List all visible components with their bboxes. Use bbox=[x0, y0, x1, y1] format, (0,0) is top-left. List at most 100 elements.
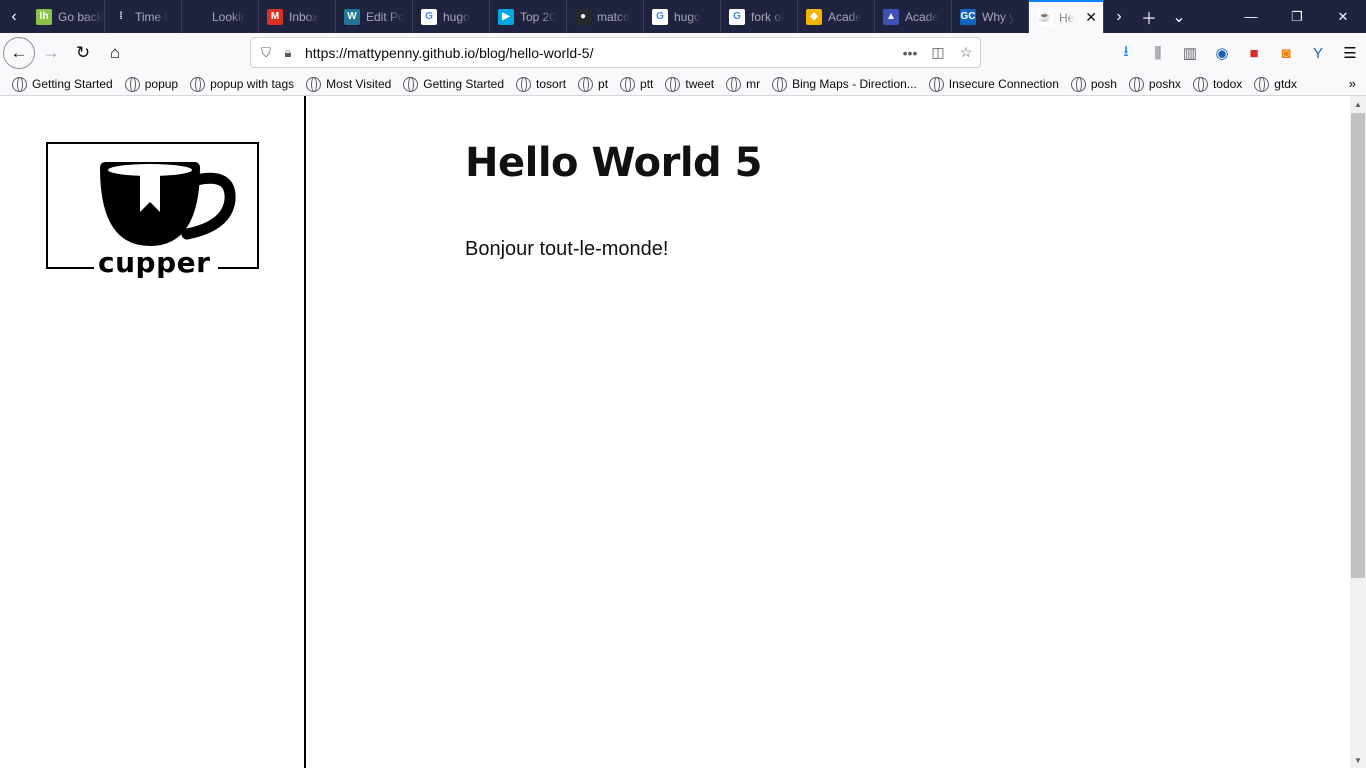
scroll-tabs-left-button[interactable]: ‹ bbox=[0, 0, 28, 33]
tab-favicon-icon: ⁞ bbox=[113, 8, 129, 25]
bookmark-label: popup bbox=[144, 77, 179, 91]
tab[interactable]: Lookir bbox=[182, 0, 259, 33]
extension-red-icon[interactable]: ■ bbox=[1238, 37, 1270, 69]
pocket-icon[interactable]: ◫ bbox=[924, 44, 952, 61]
bookmark-label: mr bbox=[746, 77, 761, 91]
tab-title: Acade bbox=[828, 9, 863, 24]
tab[interactable]: Ghugo bbox=[644, 0, 721, 33]
bookmark-item[interactable]: Most Visited bbox=[306, 76, 391, 92]
bookmark-item[interactable]: poshx bbox=[1128, 76, 1181, 92]
vertical-scrollbar[interactable]: ▲ ▼ bbox=[1350, 96, 1366, 768]
tab[interactable]: M Inbox bbox=[259, 0, 336, 33]
bookmark-label: tweet bbox=[685, 77, 715, 91]
globe-icon bbox=[190, 76, 206, 92]
tab-title: Lookir bbox=[212, 9, 245, 24]
post-body: Bonjour tout-le-monde! bbox=[465, 238, 669, 260]
page-content: cupper Hello World 5 Bonjour tout-le-mon… bbox=[0, 96, 1350, 768]
bookmark-item[interactable]: ptt bbox=[620, 76, 653, 92]
logo-text: cupper bbox=[98, 246, 211, 279]
tab[interactable]: ● matco bbox=[567, 0, 644, 33]
bookmark-label: Getting Started bbox=[32, 77, 113, 91]
lock-icon[interactable]: 🔒︎ bbox=[277, 45, 299, 61]
tracking-protection-icon[interactable]: ⛉ bbox=[255, 45, 277, 61]
globe-icon bbox=[578, 76, 594, 92]
bookmark-item[interactable]: pt bbox=[578, 76, 608, 92]
globe-icon bbox=[516, 76, 532, 92]
bookmark-label: Insecure Connection bbox=[948, 77, 1059, 91]
home-button[interactable]: ⌂ bbox=[99, 37, 131, 69]
bookmark-item[interactable]: todox bbox=[1192, 76, 1242, 92]
globe-icon bbox=[403, 76, 419, 92]
tab[interactable]: Gfork of bbox=[721, 0, 798, 33]
bookmark-item[interactable]: mr bbox=[726, 76, 761, 92]
page-actions-icon[interactable]: ••• bbox=[896, 45, 924, 61]
tab-title: Acade bbox=[905, 9, 940, 24]
scroll-tabs-right-button[interactable]: › bbox=[1104, 0, 1134, 33]
tab-title: Inbox bbox=[289, 9, 319, 24]
scrollbar-thumb[interactable] bbox=[1351, 113, 1365, 578]
tab[interactable]: Ghugo bbox=[413, 0, 490, 33]
cupper-logo[interactable]: cupper bbox=[46, 142, 259, 282]
library-icon[interactable]: ⫼ bbox=[1142, 37, 1174, 69]
tab-favicon-icon: ▶ bbox=[498, 8, 514, 25]
bookmark-item[interactable]: popup with tags bbox=[190, 76, 295, 92]
bookmarks-overflow-icon[interactable]: » bbox=[1349, 76, 1356, 91]
minimize-button[interactable]: — bbox=[1228, 0, 1274, 33]
restore-button[interactable]: ❐ bbox=[1274, 0, 1320, 33]
tab-list: lh Go back ⁞ Time t Lookir M Inbox W Edit Pc Ghug… bbox=[28, 0, 1029, 33]
globe-icon bbox=[124, 76, 140, 92]
tab-title: fork of bbox=[751, 9, 785, 24]
tab[interactable]: lh Go back bbox=[28, 0, 105, 33]
bookmark-item[interactable]: popup bbox=[124, 76, 179, 92]
extension-y-icon[interactable]: Y bbox=[1302, 37, 1334, 69]
tab[interactable]: W Edit Pc bbox=[336, 0, 413, 33]
address-bar[interactable]: ⛉ 🔒︎ https://mattypenny.github.io/blog/h… bbox=[250, 37, 981, 68]
bookmark-label: popup with tags bbox=[210, 77, 295, 91]
reload-button[interactable]: ↻ bbox=[67, 37, 99, 69]
bookmark-item[interactable]: gtdx bbox=[1254, 76, 1297, 92]
back-button[interactable]: ← bbox=[3, 37, 35, 69]
tab-active[interactable]: ☕ He ✕ bbox=[1029, 0, 1104, 33]
tab-favicon-icon bbox=[190, 8, 206, 25]
globe-icon bbox=[306, 76, 322, 92]
list-all-tabs-button[interactable]: ⌄ bbox=[1164, 0, 1194, 33]
forward-button[interactable]: → bbox=[35, 37, 67, 69]
bookmark-item[interactable]: Bing Maps - Direction... bbox=[772, 76, 917, 92]
tab[interactable]: ▶ Top 20 bbox=[490, 0, 567, 33]
menu-icon[interactable]: ☰ bbox=[1334, 37, 1366, 69]
bookmark-label: gtdx bbox=[1274, 77, 1297, 91]
tab-title: He bbox=[1059, 10, 1075, 25]
navigation-toolbar: ← → ↻ ⌂ ⛉ 🔒︎ https://mattypenny.github.i… bbox=[0, 33, 1366, 73]
bookmark-star-icon[interactable]: ☆ bbox=[952, 44, 980, 61]
url-text[interactable]: https://mattypenny.github.io/blog/hello-… bbox=[305, 45, 896, 61]
tab[interactable]: ▲ Acade bbox=[875, 0, 952, 33]
globe-icon bbox=[665, 76, 681, 92]
tab-favicon-icon: ▲ bbox=[883, 8, 899, 25]
sidebar-icon[interactable]: ▥ bbox=[1174, 37, 1206, 69]
tab[interactable]: ◆ Acade bbox=[798, 0, 875, 33]
extension-globe-icon[interactable]: ◉ bbox=[1206, 37, 1238, 69]
tab-strip: ‹ lh Go back ⁞ Time t Lookir M Inbox W Edit Pc Gh… bbox=[0, 0, 1366, 33]
tab-title: Why y bbox=[982, 9, 1016, 24]
rss-icon[interactable]: ◙ bbox=[1270, 37, 1302, 69]
globe-icon bbox=[1128, 76, 1144, 92]
scroll-down-arrow-icon[interactable]: ▼ bbox=[1350, 752, 1366, 768]
tab-title: hugo bbox=[674, 9, 701, 24]
window-controls: — ❐ ✕ bbox=[1228, 0, 1366, 33]
bookmark-item[interactable]: Getting Started bbox=[403, 76, 504, 92]
bookmark-item[interactable]: Getting Started bbox=[12, 76, 113, 92]
bookmark-item[interactable]: Insecure Connection bbox=[928, 76, 1059, 92]
bookmark-item[interactable]: tweet bbox=[665, 76, 715, 92]
tab-title: Top 20 bbox=[520, 9, 557, 24]
downloads-icon[interactable]: ⭳ bbox=[1110, 37, 1142, 69]
tab[interactable]: GC Why y bbox=[952, 0, 1029, 33]
close-window-button[interactable]: ✕ bbox=[1320, 0, 1366, 33]
bookmark-item[interactable]: posh bbox=[1070, 76, 1117, 92]
globe-icon bbox=[772, 76, 788, 92]
tab[interactable]: ⁞ Time t bbox=[105, 0, 182, 33]
new-tab-button[interactable]: ＋ bbox=[1134, 0, 1164, 33]
scroll-up-arrow-icon[interactable]: ▲ bbox=[1350, 96, 1366, 112]
close-tab-icon[interactable]: ✕ bbox=[1085, 9, 1097, 26]
bookmark-label: tosort bbox=[536, 77, 567, 91]
bookmark-item[interactable]: tosort bbox=[516, 76, 567, 92]
